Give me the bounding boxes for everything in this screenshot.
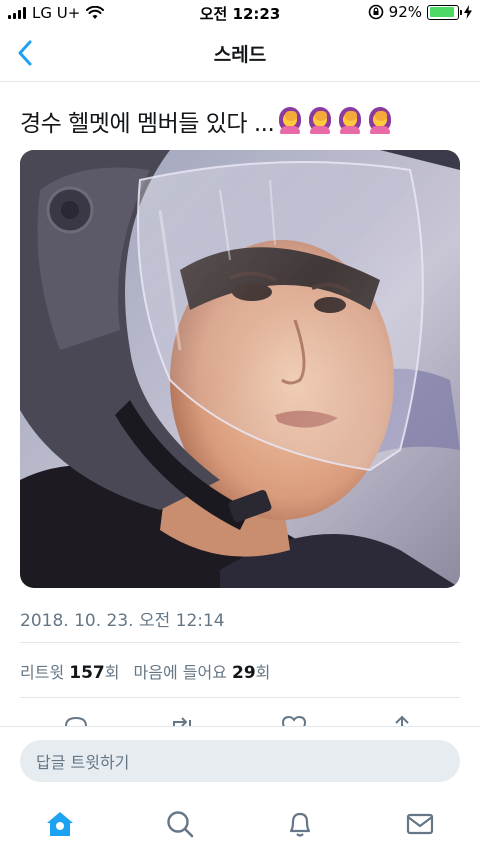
nav-bar: 스레드 [0, 26, 480, 82]
messages-icon[interactable] [404, 808, 436, 840]
tweet-timestamp: 2018. 10. 23. 오전 12:14 [20, 611, 225, 631]
like-label: 마음에 들어요 [133, 663, 227, 682]
rotation-lock-icon [368, 4, 383, 20]
like-suffix: 회 [255, 663, 271, 682]
search-icon[interactable] [164, 808, 196, 840]
battery-fill [429, 7, 455, 17]
wifi-icon [86, 6, 105, 19]
facepalm-emoji-icon [276, 106, 304, 134]
like-stat[interactable]: 마음에 들어요 29회 [133, 663, 271, 683]
divider [20, 642, 460, 643]
status-left: LG U+ [8, 4, 105, 22]
battery-icon [427, 4, 462, 20]
retweet-label: 리트윗 [20, 663, 65, 682]
battery-percent: 92% [388, 3, 422, 21]
retweet-stat[interactable]: 리트윗 157회 [20, 663, 120, 683]
home-icon[interactable] [44, 808, 76, 840]
signal-icon [8, 7, 26, 19]
emoji-row [276, 106, 394, 134]
tweet-stats: 리트윗 157회 마음에 들어요 29회 [20, 659, 270, 683]
retweet-count: 157 [69, 663, 105, 683]
reply-input[interactable]: 답글 트윗하기 [20, 740, 460, 782]
status-right: 92% [368, 3, 472, 21]
tab-bar [0, 796, 480, 854]
tweet-body: 경수 헬멧에 멤버들 있다 ... [20, 111, 275, 137]
like-count: 29 [232, 663, 256, 683]
carrier-label: LG U+ [32, 4, 81, 22]
reply-bar: 답글 트윗하기 [0, 726, 480, 796]
facepalm-emoji-icon [306, 106, 334, 134]
tweet-text: 경수 헬멧에 멤버들 있다 ... [20, 104, 394, 138]
charging-icon [464, 5, 472, 19]
status-bar: LG U+ 오전 12:23 92% [0, 0, 480, 26]
divider [20, 697, 460, 698]
tweet-photo[interactable] [20, 150, 460, 588]
facepalm-emoji-icon [366, 106, 394, 134]
retweet-suffix: 회 [104, 663, 120, 682]
notifications-icon[interactable] [284, 808, 316, 840]
facepalm-emoji-icon [336, 106, 364, 134]
page-title: 스레드 [213, 44, 267, 66]
